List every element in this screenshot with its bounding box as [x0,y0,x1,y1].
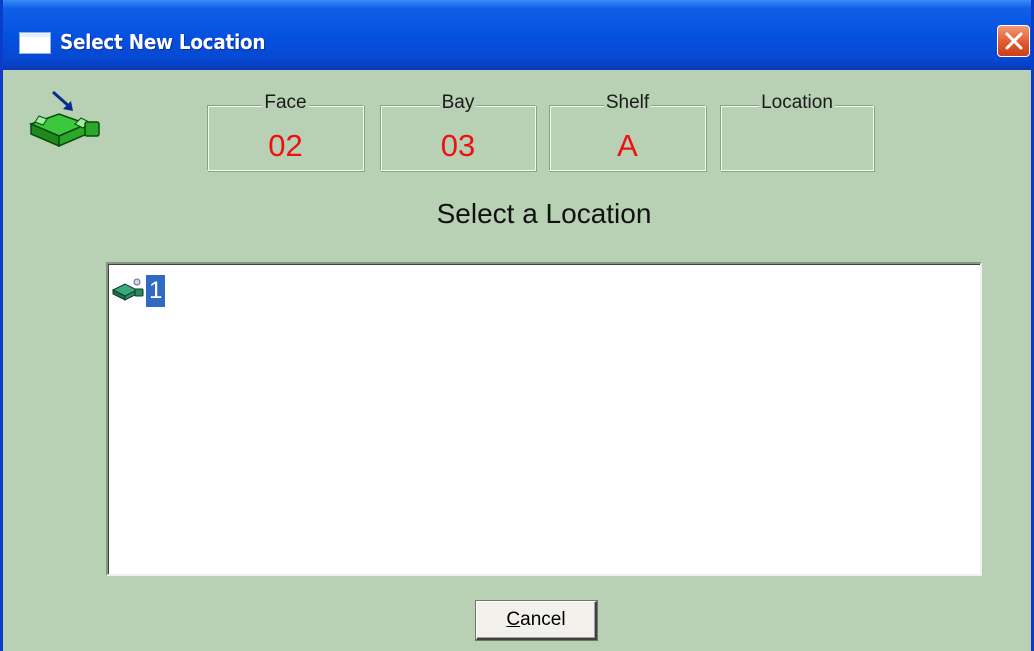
location-icon [111,278,144,301]
location-label: Location [759,92,835,113]
bay-value: 03 [440,128,476,163]
close-button[interactable] [997,25,1030,57]
cancel-button-label: ancel [520,609,566,630]
face-group: Face 02 [207,92,364,171]
shelf-value: A [617,128,638,163]
shelf-group: Shelf A [549,92,706,171]
bay-label: Bay [439,92,477,113]
select-location-heading: Select a Location [436,198,652,229]
close-icon [1005,32,1023,50]
bay-group: Bay 03 [380,92,536,171]
location-tree[interactable]: 1 [106,262,982,576]
cancel-button[interactable]: Cancel [476,601,597,640]
cancel-button-accel: C [506,609,521,630]
tree-item-label[interactable]: 1 [144,274,167,308]
window-icon [20,33,50,53]
location-group: Location [720,92,874,171]
title-bar[interactable]: Select New Location [3,0,1031,70]
shelf-label: Shelf [603,92,652,113]
move-location-icon [28,90,100,148]
face-label: Face [262,92,309,113]
window-title: Select New Location [60,30,266,54]
face-value: 02 [268,128,303,163]
dialog-window: Select New Location Face 02 Bay 03 Shelf… [0,0,1034,651]
